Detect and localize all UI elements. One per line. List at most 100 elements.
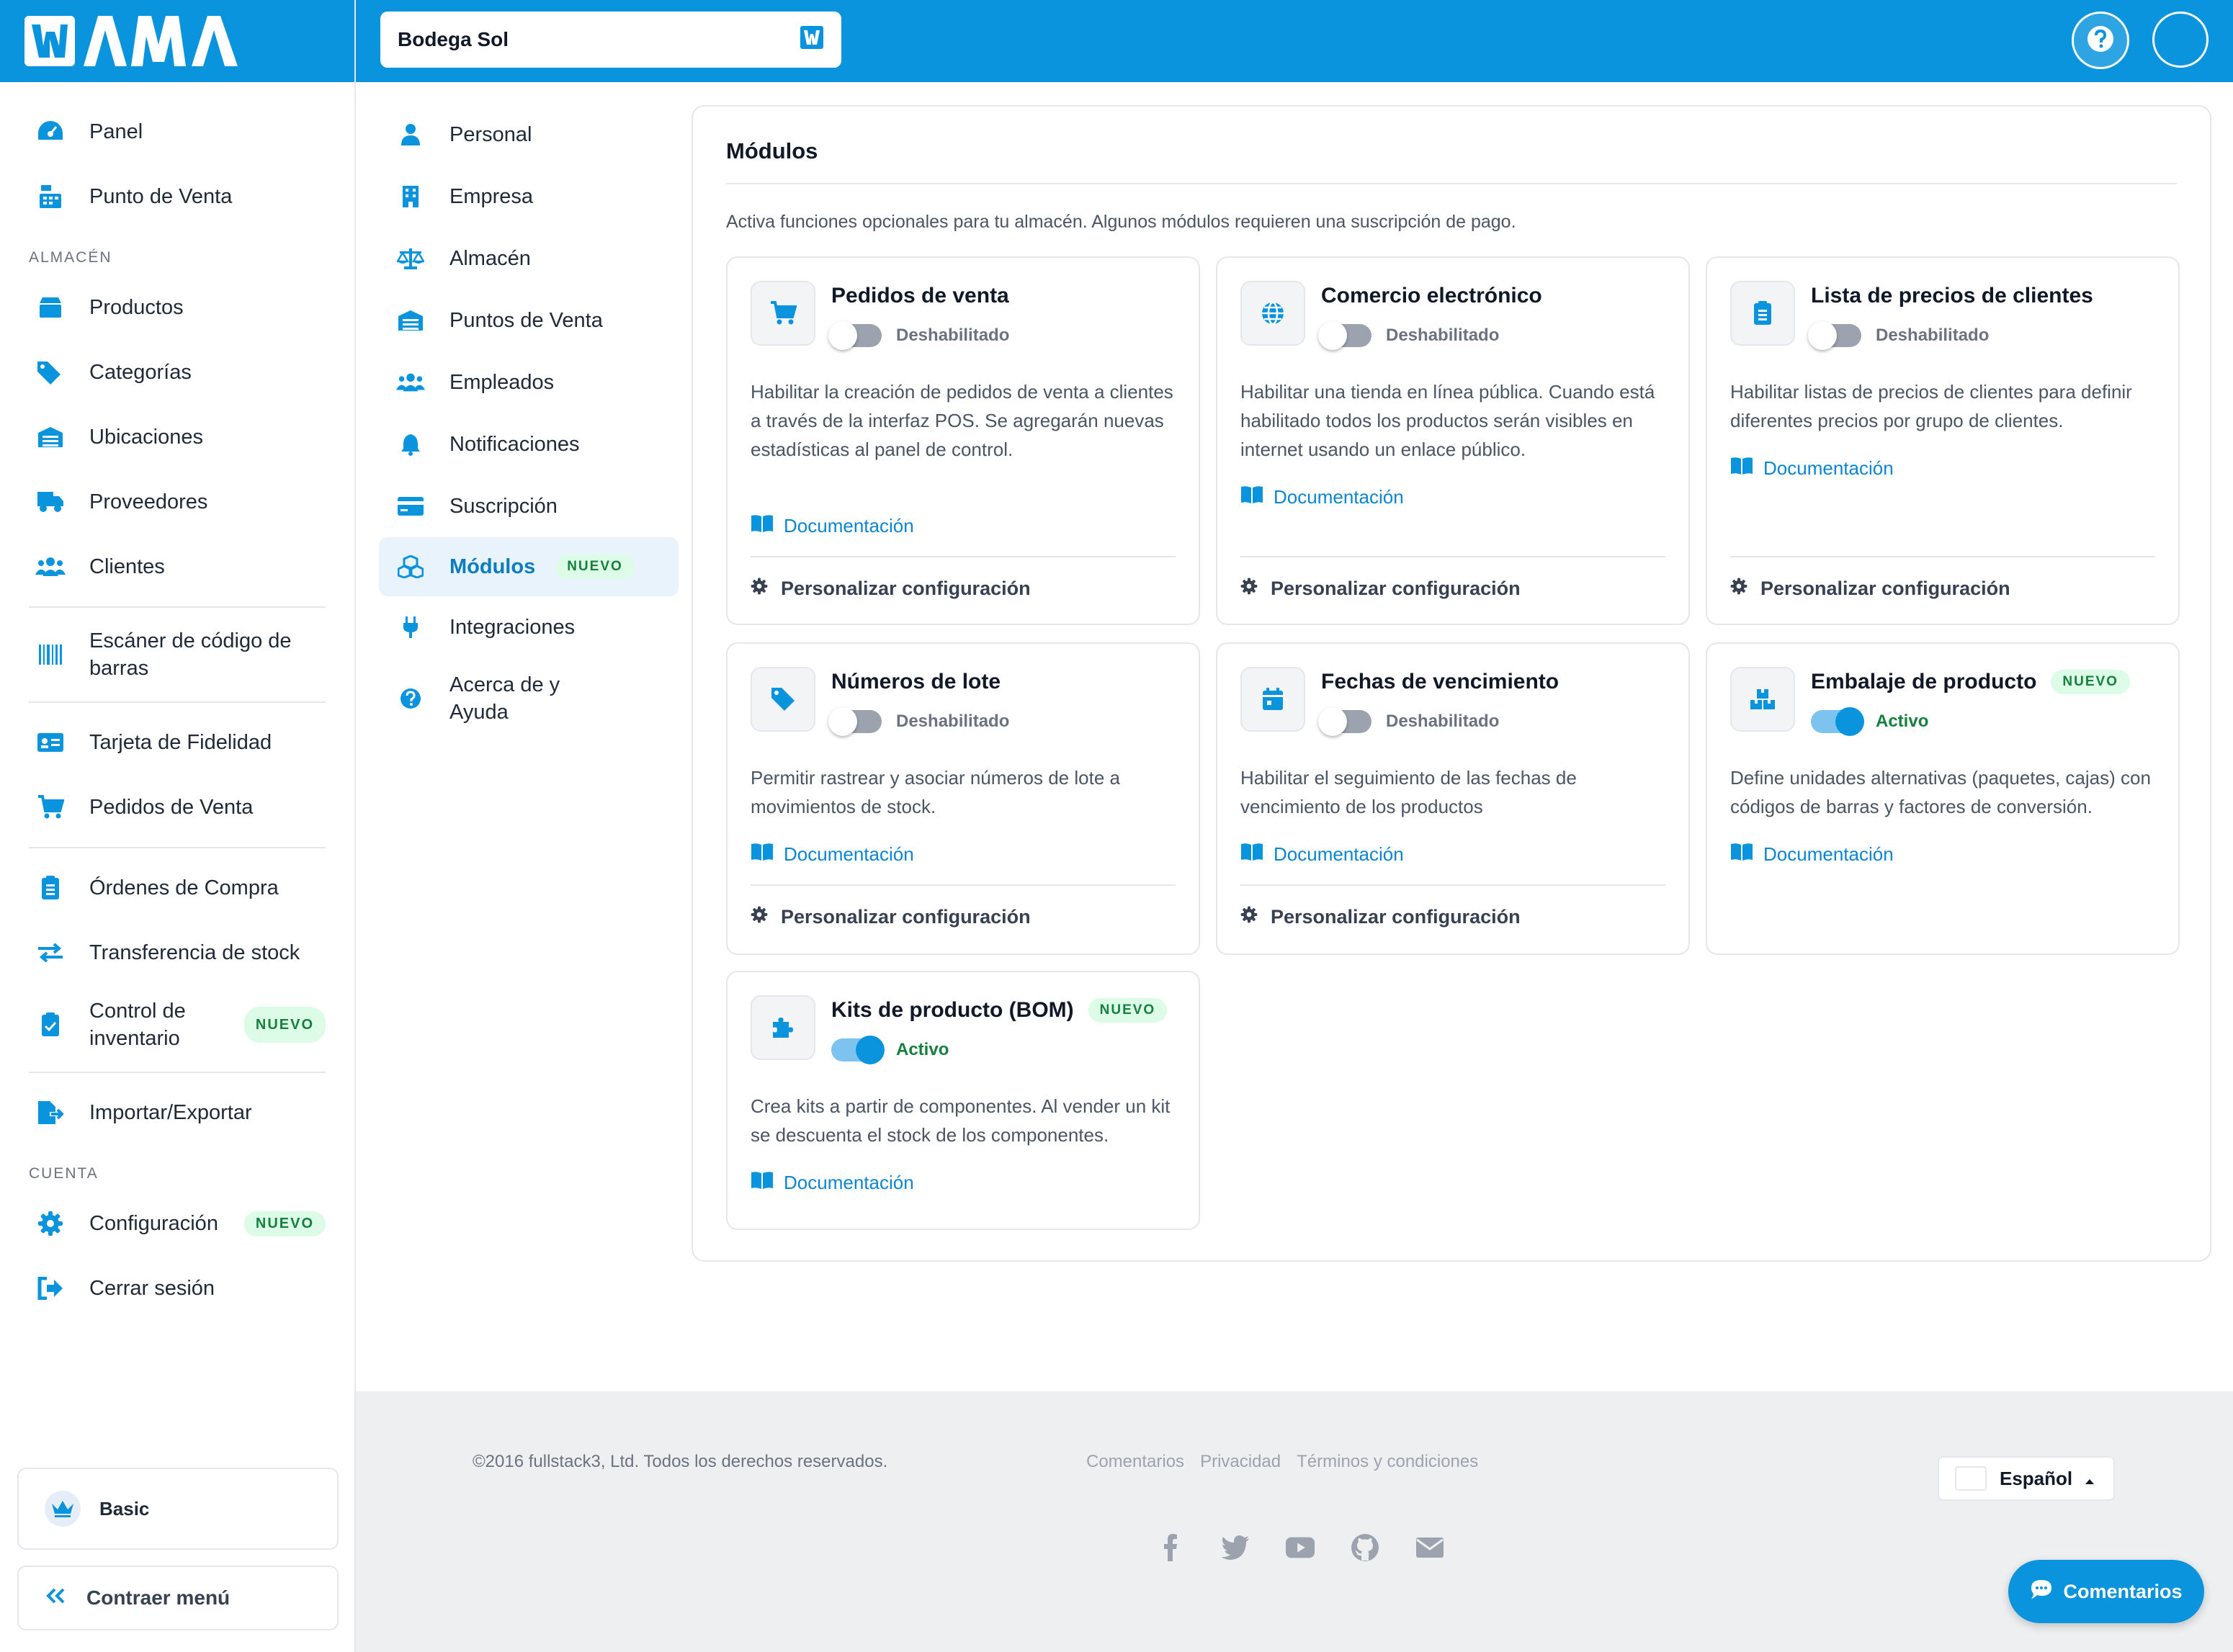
settings-nav-points-of-sale[interactable]: Puntos de Venta: [379, 289, 679, 351]
language-selector[interactable]: Español: [1938, 1456, 2115, 1501]
wama-logo[interactable]: [23, 12, 254, 71]
toggle-knob: [828, 321, 857, 350]
sidebar-item-import-export[interactable]: Importar/Exportar: [0, 1080, 354, 1145]
footer-link-terms[interactable]: Términos y condiciones: [1297, 1452, 1478, 1472]
divider: [751, 884, 1176, 886]
documentation-label: Documentación: [1763, 457, 1894, 479]
sidebar-item-logout[interactable]: Cerrar sesión: [0, 1256, 354, 1321]
module-card-product-packaging: Embalaje de producto NUEVO Activo Define…: [1706, 642, 2180, 955]
settings-nav-modules[interactable]: Módulos NUEVO: [379, 537, 679, 596]
module-toggle[interactable]: [1808, 321, 1861, 350]
sidebar-item-label: Punto de Venta: [89, 184, 233, 208]
sidebar-item-settings[interactable]: Configuración NUEVO: [0, 1191, 354, 1256]
sidebar-item-panel[interactable]: Panel: [0, 99, 354, 164]
youtube-icon[interactable]: [1285, 1532, 1315, 1563]
module-title: Números de lote: [831, 670, 1001, 693]
toggle-knob: [1318, 707, 1347, 736]
sidebar-item-products[interactable]: Productos: [0, 275, 354, 340]
customize-config-button[interactable]: Personalizar configuración: [751, 906, 1031, 928]
copyright-text: ©2016 fullstack3, Ltd. Todos los derecho…: [473, 1452, 888, 1471]
comment-dots-icon: [2030, 1579, 2053, 1605]
module-toggle[interactable]: [831, 1036, 885, 1064]
footer-link-privacy[interactable]: Privacidad: [1200, 1452, 1281, 1472]
section-heading-almacen: ALMACÉN: [29, 249, 112, 266]
plan-indicator[interactable]: Basic: [17, 1468, 339, 1550]
module-toggle[interactable]: [828, 321, 882, 350]
sidebar-item-label: Control de inventario: [89, 1000, 186, 1050]
plug-icon: [396, 613, 425, 642]
settings-nav-company[interactable]: Empresa: [379, 166, 679, 228]
sidebar-item-locations[interactable]: Ubicaciones: [0, 405, 354, 470]
dashboard-gauge-icon: [35, 116, 66, 148]
collapse-menu-label: Contraer menú: [86, 1586, 231, 1609]
customize-config-button[interactable]: Personalizar configuración: [1730, 578, 2010, 600]
new-badge: NUEVO: [243, 1211, 326, 1236]
module-status-label: Deshabilitado: [1386, 711, 1500, 731]
book-open-icon: [1730, 457, 1753, 480]
settings-nav-personal[interactable]: Personal: [379, 104, 679, 166]
module-toggle[interactable]: [1318, 321, 1371, 350]
sidebar-item-label: Categorías: [89, 360, 192, 384]
sidebar-item-stock-transfer[interactable]: Transferencia de stock: [0, 920, 354, 985]
sidebar-item-categories[interactable]: Categorías: [0, 340, 354, 405]
module-status: Deshabilitado: [1808, 321, 1989, 350]
sidebar-item-pos[interactable]: Punto de Venta: [0, 164, 354, 229]
module-status-label: Deshabilitado: [896, 326, 1010, 345]
github-icon[interactable]: [1350, 1532, 1380, 1563]
footer: ©2016 fullstack3, Ltd. Todos los derecho…: [356, 1391, 2233, 1652]
crown-icon: [45, 1491, 81, 1527]
sidebar-item-sales-orders[interactable]: Pedidos de Venta: [0, 775, 354, 840]
new-badge: NUEVO: [555, 555, 635, 579]
sidebar-item-label: Pedidos de Venta: [89, 795, 254, 819]
customize-config-button[interactable]: Personalizar configuración: [751, 578, 1031, 600]
twitter-icon[interactable]: [1220, 1532, 1250, 1563]
envelope-icon[interactable]: [1415, 1532, 1445, 1563]
collapse-menu-button[interactable]: Contraer menú: [17, 1566, 339, 1630]
user-avatar-icon[interactable]: [2152, 12, 2209, 68]
customize-config-label: Personalizar configuración: [781, 578, 1031, 599]
feedback-chat-button[interactable]: Comentarios: [2008, 1560, 2204, 1623]
documentation-link[interactable]: Documentación: [1240, 843, 1404, 866]
module-toggle[interactable]: [828, 707, 882, 736]
sidebar-item-inventory-control[interactable]: Control de inventario NUEVO: [0, 985, 354, 1064]
sidebar-item-loyalty-card[interactable]: Tarjeta de Fidelidad: [0, 710, 354, 775]
toggle-knob: [1318, 321, 1347, 350]
cart-icon: [35, 791, 66, 823]
settings-nav-subscription[interactable]: Suscripción: [379, 475, 679, 537]
module-status-label: Deshabilitado: [896, 711, 1010, 731]
page-description: Activa funciones opcionales para tu alma…: [726, 212, 1516, 232]
module-toggle[interactable]: [1318, 707, 1371, 736]
documentation-link[interactable]: Documentación: [751, 514, 914, 538]
settings-nav-employees[interactable]: Empleados: [379, 351, 679, 413]
toggle-knob: [828, 707, 857, 736]
documentation-link[interactable]: Documentación: [1730, 843, 1894, 866]
footer-link-feedback[interactable]: Comentarios: [1086, 1452, 1184, 1472]
caret-up-icon: [2084, 1468, 2095, 1490]
sidebar-item-suppliers[interactable]: Proveedores: [0, 470, 354, 534]
documentation-link[interactable]: Documentación: [1730, 457, 1894, 480]
sidebar-item-barcode-scanner[interactable]: Escáner de código de barras: [0, 615, 354, 694]
book-open-icon: [751, 1171, 774, 1195]
documentation-link[interactable]: Documentación: [751, 843, 914, 866]
warehouse-icon: [396, 306, 425, 335]
facebook-icon[interactable]: [1155, 1532, 1186, 1563]
module-title: Pedidos de venta: [831, 284, 1009, 307]
sidebar-item-purchase-orders[interactable]: Órdenes de Compra: [0, 856, 354, 920]
documentation-link[interactable]: Documentación: [1240, 485, 1404, 509]
settings-nav-about-help[interactable]: Acerca de y Ayuda: [379, 658, 679, 739]
customize-config-button[interactable]: Personalizar configuración: [1240, 906, 1521, 928]
documentation-link[interactable]: Documentación: [751, 1171, 914, 1195]
feedback-chat-label: Comentarios: [2063, 1580, 2183, 1602]
module-status: Deshabilitado: [1318, 707, 1500, 736]
settings-nav-label: Personal: [449, 122, 532, 146]
settings-nav-integrations[interactable]: Integraciones: [379, 596, 679, 658]
module-toggle[interactable]: [1811, 707, 1864, 736]
store-selector[interactable]: Bodega Sol: [380, 12, 841, 68]
sidebar-item-customers[interactable]: Clientes: [0, 534, 354, 599]
wama-mini-logo-icon: [800, 25, 824, 55]
customize-config-button[interactable]: Personalizar configuración: [1240, 578, 1521, 600]
module-status-label: Activo: [1876, 711, 1929, 731]
settings-nav-notifications[interactable]: Notificaciones: [379, 413, 679, 475]
help-button[interactable]: [2072, 12, 2129, 69]
settings-nav-warehouse[interactable]: Almacén: [379, 228, 679, 289]
